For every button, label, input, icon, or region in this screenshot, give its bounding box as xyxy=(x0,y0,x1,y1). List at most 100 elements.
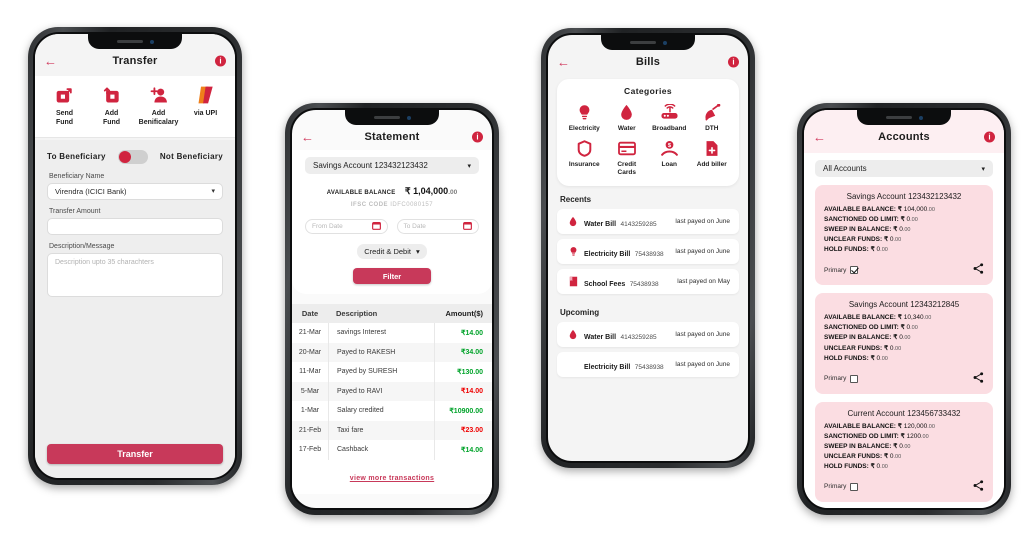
account-card[interactable]: Current Account 123456733432 AVAILABLE B… xyxy=(815,401,993,502)
info-icon[interactable]: i xyxy=(728,56,739,68)
back-arrow-icon[interactable]: ← xyxy=(301,131,314,144)
cell-date: 17-Feb xyxy=(298,446,322,454)
cell-amount: ₹10900.00 xyxy=(434,401,492,421)
beneficiary-name-select[interactable]: Virendra (ICICI Bank) ▾ xyxy=(47,182,223,200)
category-dth[interactable]: DTH xyxy=(691,103,734,133)
cell-amount: ₹34.00 xyxy=(434,342,492,362)
quick-action-via-upi[interactable]: via UPI xyxy=(182,84,229,119)
primary-checkbox[interactable] xyxy=(850,482,859,491)
filter-button[interactable]: Filter xyxy=(353,268,431,284)
phone-statement: ← Statement i Savings Account 1234321234… xyxy=(285,103,499,515)
ifsc-label: IFSC CODE xyxy=(350,202,389,208)
category-electricity[interactable]: Electricity xyxy=(563,103,606,133)
table-row[interactable]: 17-Feb Cashback ₹14.00 xyxy=(292,440,492,460)
toggle-right-label: Not Beneficiary xyxy=(159,152,223,161)
bill-name: Water Bill xyxy=(584,333,617,341)
category-broadband[interactable]: Broadband xyxy=(648,103,691,133)
list-item[interactable]: Electricity Bill 75438938 last payed on … xyxy=(557,352,739,378)
info-icon[interactable]: i xyxy=(472,131,483,143)
transaction-type-select[interactable]: Credit & Debit ▾ xyxy=(357,244,427,259)
category-water[interactable]: Water xyxy=(606,103,649,133)
table-row[interactable]: 20-Mar Payed to RAKESH ₹34.00 xyxy=(292,342,492,362)
account-detail-row: HOLD FUNDS: ₹ 0.00 xyxy=(824,354,888,362)
cell-description: Payed to RAVI xyxy=(328,381,434,401)
account-title: Current Account 123456733432 xyxy=(847,408,961,418)
quick-action-add-beneficiary[interactable]: Add Benificalary xyxy=(135,84,182,128)
beneficiary-toggle[interactable] xyxy=(117,149,148,164)
category-label: Insurance xyxy=(568,161,600,169)
share-icon[interactable] xyxy=(973,370,984,388)
category-label: Electricity xyxy=(568,125,600,132)
hand-money-icon: $ xyxy=(648,139,691,158)
available-balance-row: AVAILABLE BALANCE ₹ 1,04,000.00 xyxy=(305,181,479,199)
bill-number: 75438938 xyxy=(634,363,664,371)
account-detail-row: HOLD FUNDS: ₹ 0.00 xyxy=(824,462,888,470)
bulb-icon xyxy=(563,103,606,122)
account-card[interactable]: Savings Account 12343212845 AVAILABLE BA… xyxy=(815,293,993,394)
back-arrow-icon[interactable]: ← xyxy=(813,131,826,144)
account-detail-row: AVAILABLE BALANCE: ₹ 104,000.00 xyxy=(824,206,935,213)
router-icon xyxy=(648,103,691,122)
quick-action-label: via UPI xyxy=(193,110,218,117)
recents-title: Recents xyxy=(560,195,592,205)
table-row[interactable]: 1-Mar Salary credited ₹10900.00 xyxy=(292,401,492,421)
primary-checkbox[interactable] xyxy=(850,266,859,275)
primary-checkbox[interactable] xyxy=(850,374,859,383)
bill-number: 4143259285 xyxy=(620,220,657,228)
account-detail-row: SWEEP IN BALANCE: ₹ 0.00 xyxy=(824,334,911,342)
account-detail-row: HOLD FUNDS: ₹ 0.00 xyxy=(824,246,888,254)
quick-actions-row: Send Fund Add Fund Add Benificalary via … xyxy=(35,76,235,138)
table-row[interactable]: 21-Mar savings Interest ₹14.00 xyxy=(292,323,492,343)
from-date-placeholder: From Date xyxy=(312,223,343,230)
page-title: Statement xyxy=(364,131,420,143)
quick-action-send-fund[interactable]: Send Fund xyxy=(41,84,88,128)
notch-speaker xyxy=(885,116,912,119)
list-item[interactable]: Water Bill 4143259285 last payed on June xyxy=(557,209,739,235)
transfer-amount-input[interactable] xyxy=(47,217,223,235)
account-card[interactable]: Savings Account 123432123432 AVAILABLE B… xyxy=(815,185,993,286)
primary-label: Primary xyxy=(824,483,847,491)
add-beneficiary-icon xyxy=(135,84,182,106)
water-drop-icon xyxy=(566,216,580,227)
account-detail-row: UNCLEAR FUNDS: ₹ 0.00 xyxy=(824,452,902,460)
list-item[interactable]: Water Bill 4143259285 last payed on June xyxy=(557,322,739,348)
account-detail-row: AVAILABLE BALANCE: ₹ 10,340.00 xyxy=(824,314,932,322)
list-item[interactable]: School Fees 75438938 last payed on May xyxy=(557,269,739,295)
transfer-submit-button[interactable]: Transfer xyxy=(47,444,223,464)
phone-transfer: ← Transfer i Send Fund Add Fund Add Beni… xyxy=(28,27,242,485)
send-fund-icon xyxy=(41,84,88,106)
back-arrow-icon[interactable]: ← xyxy=(44,55,57,68)
to-date-input[interactable]: To Date xyxy=(396,219,479,234)
account-detail-row: SANCTIONED OD LIMIT: ₹ 0.00 xyxy=(824,216,918,224)
category-loan[interactable]: $ Loan xyxy=(648,139,691,177)
share-icon[interactable] xyxy=(973,478,984,496)
quick-action-add-fund[interactable]: Add Fund xyxy=(88,84,135,128)
table-row[interactable]: 5-Mar Payed to RAVI ₹14.00 xyxy=(292,381,492,401)
share-icon[interactable] xyxy=(973,261,984,279)
description-input[interactable]: Description upto 35 charachters xyxy=(47,252,223,297)
account-detail-row: SANCTIONED OD LIMIT: ₹ 0.00 xyxy=(824,324,918,332)
account-select[interactable]: Savings Account 123432123432 ▾ xyxy=(305,157,479,174)
page-title: Transfer xyxy=(112,55,158,67)
calendar-icon xyxy=(371,221,381,232)
phone-notch xyxy=(88,34,182,49)
info-icon[interactable]: i xyxy=(984,131,995,143)
book-icon xyxy=(566,276,580,287)
category-insurance[interactable]: Insurance xyxy=(563,139,606,177)
cell-date: 1-Mar xyxy=(300,407,320,415)
ifsc-row: IFSC CODE IDFC0080157 xyxy=(305,202,479,208)
info-icon[interactable]: i xyxy=(215,55,226,67)
view-more-transactions-link[interactable]: view more transactions xyxy=(292,459,492,494)
category-add-biller[interactable]: Add biller xyxy=(691,139,734,177)
from-date-input[interactable]: From Date xyxy=(305,219,388,234)
transaction-type-value: Credit & Debit xyxy=(364,247,411,256)
column-header-date: Date xyxy=(301,309,319,318)
phone-notch xyxy=(857,110,951,125)
back-arrow-icon[interactable]: ← xyxy=(557,56,570,69)
accounts-filter-select[interactable]: All Accounts ▾ xyxy=(815,160,993,177)
list-item[interactable]: Electricity Bill 75438938 last payed on … xyxy=(557,239,739,265)
category-credit-cards[interactable]: Credit Cards xyxy=(606,139,649,177)
table-row[interactable]: 21-Feb Taxi fare ₹23.00 xyxy=(292,420,492,440)
table-row[interactable]: 11-Mar Payed by SURESH ₹130.00 xyxy=(292,362,492,382)
page-title: Accounts xyxy=(878,131,930,143)
